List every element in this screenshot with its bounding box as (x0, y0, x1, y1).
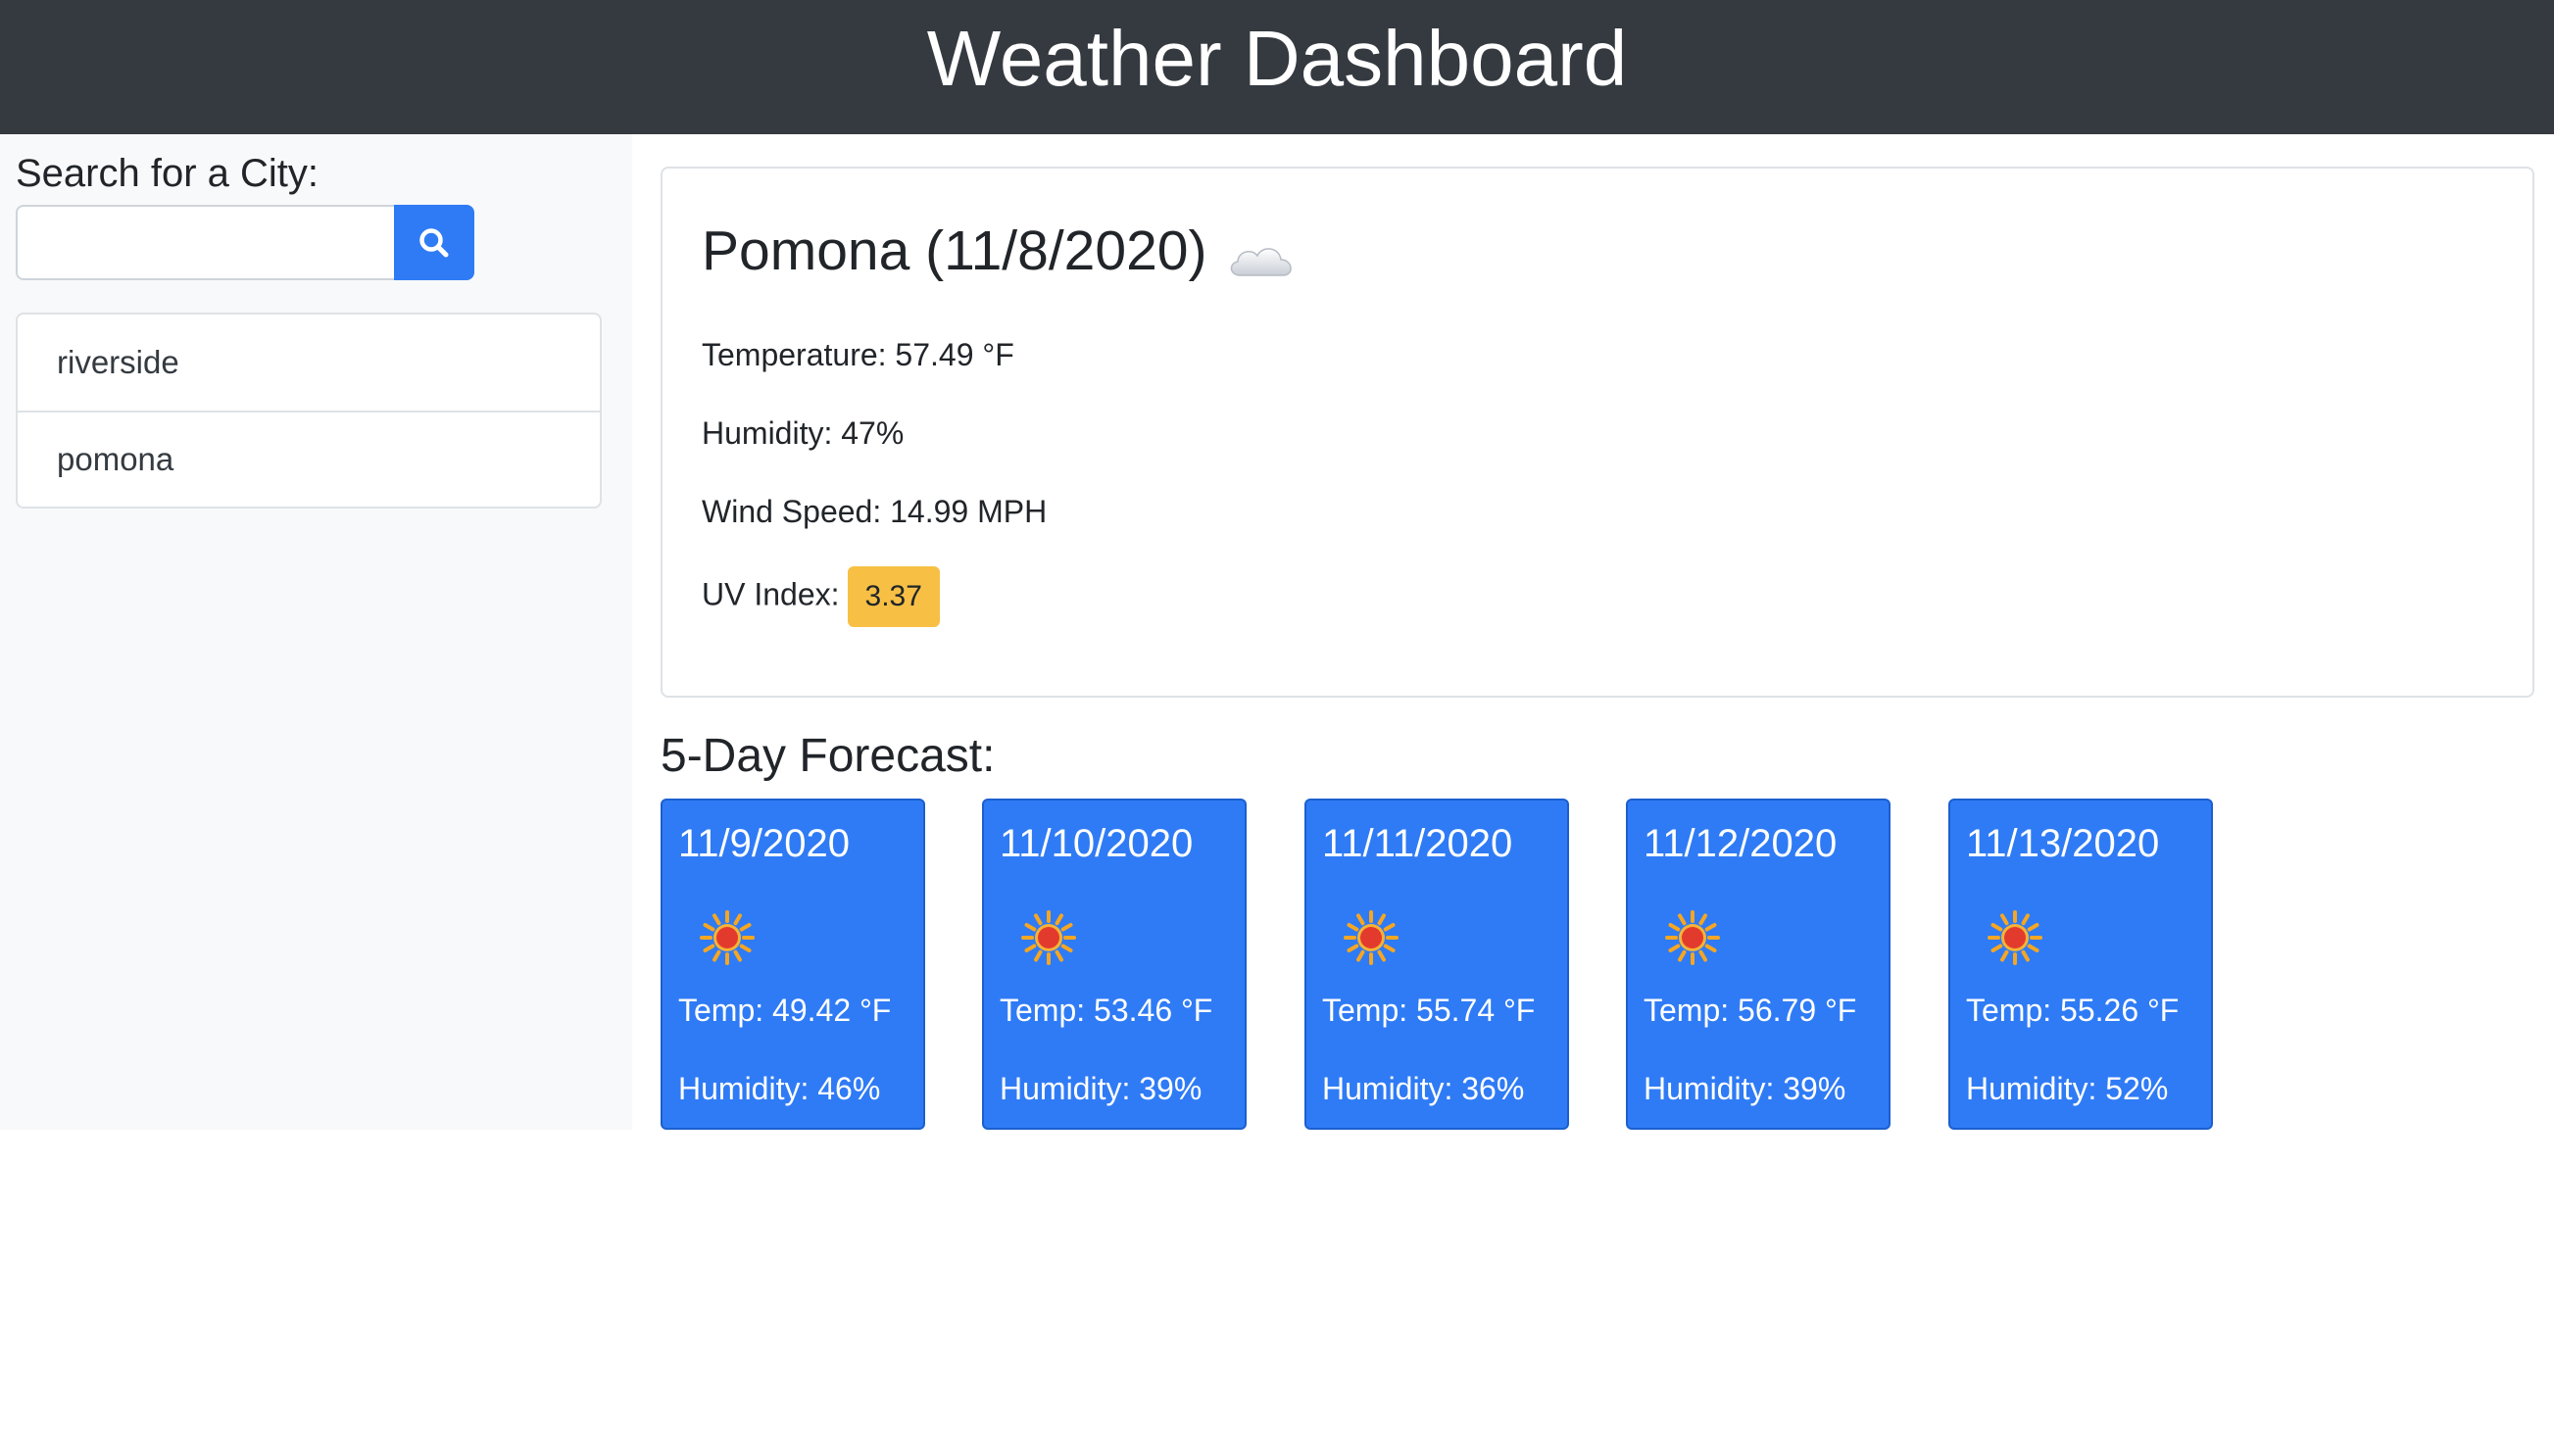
current-city-heading: Pomona (11/8/2020) (702, 218, 1297, 284)
forecast-date: 11/13/2020 (1966, 822, 2160, 865)
search-icon (419, 227, 449, 257)
cloud-icon (1226, 229, 1297, 276)
forecast-date: 11/9/2020 (678, 822, 850, 865)
forecast-card: 11/12/2020 Temp: 56.79 °F Humidity: 39% (1626, 799, 1891, 1130)
forecast-humidity: Humidity: 39% (1000, 1071, 1203, 1106)
sun-icon (1665, 910, 1720, 965)
sun-icon (1988, 910, 2042, 965)
sidebar: Search for a City: riverside pomona (0, 134, 632, 1130)
forecast-title: 5-Day Forecast: (661, 730, 996, 782)
current-humidity: Humidity: 47% (702, 415, 905, 451)
search-button[interactable] (394, 205, 474, 280)
current-city-title: Pomona (11/8/2020) (702, 219, 1207, 282)
sun-icon (700, 910, 755, 965)
forecast-card: 11/9/2020 Temp: 49.42 °F Humidity: 46% (661, 799, 925, 1130)
forecast-temp: Temp: 55.26 °F (1966, 993, 2180, 1028)
navbar: Weather Dashboard (0, 0, 2554, 134)
forecast-temp: Temp: 55.74 °F (1322, 993, 1536, 1028)
forecast-card: 11/13/2020 Temp: 55.26 °F Humidity: 52% (1948, 799, 2213, 1130)
current-uv: UV Index: 3.37 (702, 566, 940, 627)
sun-icon (1344, 910, 1399, 965)
city-search-input[interactable] (16, 205, 396, 280)
forecast-humidity: Humidity: 46% (678, 1071, 881, 1106)
sun-icon (1021, 910, 1076, 965)
search-label: Search for a City: (16, 152, 319, 195)
forecast-card: 11/10/2020 Temp: 53.46 °F Humidity: 39% (982, 799, 1247, 1130)
forecast-date: 11/10/2020 (1000, 822, 1194, 865)
forecast-humidity: Humidity: 36% (1322, 1071, 1525, 1106)
page-title: Weather Dashboard (926, 14, 1628, 102)
forecast-humidity: Humidity: 52% (1966, 1071, 2169, 1106)
uv-label: UV Index: (702, 576, 840, 612)
forecast-temp: Temp: 49.42 °F (678, 993, 892, 1028)
history-item-pomona[interactable]: pomona (18, 411, 600, 507)
wind-speed-text: Wind Speed: 14.99 MPH (702, 494, 1048, 529)
current-weather-card: Pomona (11/8/2020) Temperature: 57.49 °F… (661, 167, 2534, 698)
forecast-temp: Temp: 56.79 °F (1644, 993, 1857, 1028)
forecast-humidity: Humidity: 39% (1644, 1071, 1846, 1106)
uv-index-badge: 3.37 (847, 566, 940, 627)
forecast-date: 11/11/2020 (1322, 822, 1513, 865)
forecast-temp: Temp: 53.46 °F (1000, 993, 1213, 1028)
forecast-card: 11/11/2020 Temp: 55.74 °F Humidity: 36% (1304, 799, 1569, 1130)
history-item-riverside[interactable]: riverside (18, 315, 600, 411)
search-history-list: riverside pomona (16, 313, 602, 509)
current-temperature: Temperature: 57.49 °F (702, 337, 1014, 372)
forecast-date: 11/12/2020 (1644, 822, 1838, 865)
current-wind-speed: Wind Speed: 14.99 MPH (702, 494, 1047, 530)
